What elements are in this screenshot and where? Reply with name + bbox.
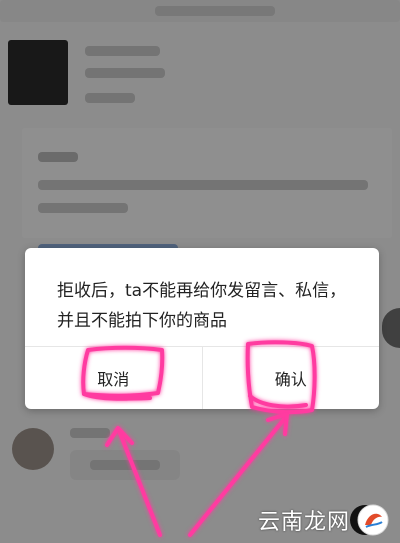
dialog-message: 拒收后，ta不能再给你发留言、私信，并且不能拍下你的商品 [57,281,347,331]
cancel-button[interactable]: 取消 [25,347,202,409]
watermark-logo-icon [357,504,389,536]
confirm-button[interactable]: 确认 [201,347,380,409]
watermark: 云南龙网 [258,503,390,537]
reject-confirm-dialog: 拒收后，ta不能再给你发留言、私信，并且不能拍下你的商品 取消 确认 [25,248,379,409]
dialog-button-row: 取消 确认 [25,346,379,409]
watermark-text: 云南龙网 [257,510,350,535]
